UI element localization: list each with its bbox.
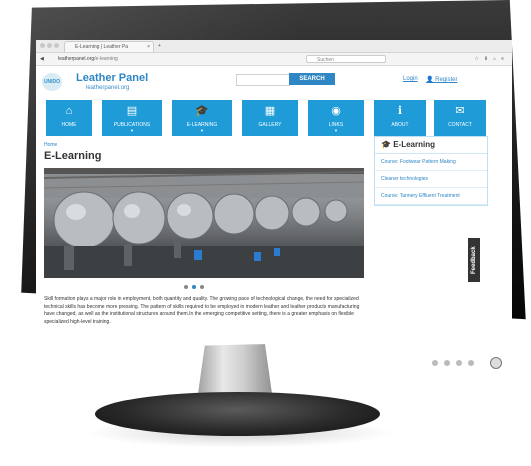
url-domain: leatherpanel.org [58,56,95,62]
url-path: /e-learning [94,56,118,62]
menu-item-gallery[interactable]: ▦ GALLERY [242,100,298,136]
monitor-button [444,360,450,366]
info-icon: ℹ [397,105,403,117]
menu-item-contact[interactable]: ✉ CONTACT [434,100,486,136]
main-content: Home E-Learning Skill formation plays a … [36,136,512,338]
address-bar[interactable]: leatherpanel.org/e-learning [58,55,288,63]
slider-dot[interactable] [200,285,204,289]
home-icon: ⌂ [65,105,73,117]
globe-icon: ◉ [331,105,341,117]
sidebar-link-tannery-effluent[interactable]: Course: Tannery Effluent Treatment [375,188,487,205]
envelope-icon: ✉ [455,105,465,117]
page-title: E-Learning [44,150,102,162]
graduation-cap-icon: 🎓 [381,140,391,149]
menu-label: GALLERY [258,122,282,128]
search-button[interactable]: SEARCH [289,73,335,85]
sidebar-title: E-Learning [393,140,435,149]
sidebar-link-footwear-pattern[interactable]: Course: Footwear Pattern Making [375,154,487,171]
back-arrow-icon[interactable]: ◀ [40,55,44,63]
download-icon[interactable]: ⬇ [484,54,488,64]
intro-paragraph: Skill formation plays a major role in em… [44,296,360,325]
close-icon[interactable]: × [147,42,150,52]
image-slider[interactable] [44,168,364,278]
monitor-stand-base [95,392,380,436]
menu-label: CONTACT [448,122,472,128]
chevron-down-icon: ▼ [334,128,338,133]
sidebar-e-learning: 🎓 E-Learning Course: Footwear Pattern Ma… [374,136,488,206]
menu-item-about[interactable]: ℹ ABOUT [374,100,426,136]
power-button [490,357,502,369]
browser-toolbar: ☆ ⬇ ⌂ ≡ [474,54,504,64]
star-icon[interactable]: ☆ [474,54,478,64]
menu-label: HOME [61,122,77,128]
browser-search-input[interactable]: Suchen [306,55,386,63]
home-icon[interactable]: ⌂ [493,54,496,64]
new-tab-button[interactable]: + [158,41,161,52]
monitor-buttons [432,360,474,366]
monitor-scene: E-Learning | Leather Pa × + ◀ leatherpan… [0,0,531,466]
slider-pagination [184,285,204,289]
unido-logo[interactable]: UNIDO [42,73,62,91]
graduation-cap-icon: 🎓 [195,105,209,117]
monitor-button [432,360,438,366]
site-title[interactable]: Leather Panel [76,72,148,84]
menu-item-home[interactable]: ⌂ HOME [46,100,92,136]
sidebar-link-cleaner-technologies[interactable]: Cleaner technologies [375,171,487,188]
chevron-down-icon: ▼ [130,128,134,133]
window-control[interactable] [40,43,45,48]
tannery-photo [44,168,364,278]
browser-tab-bar: E-Learning | Leather Pa × + [36,40,512,53]
chevron-down-icon: ▼ [200,128,204,133]
breadcrumb[interactable]: Home [44,142,57,148]
monitor-button [468,360,474,366]
menu-label: ABOUT [391,122,409,128]
register-label: Register [435,77,458,83]
site-subtitle: leatherpanel.org [86,85,130,91]
menu-item-e-learning[interactable]: 🎓 E-LEARNING ▼ [172,100,232,136]
site-header: UNIDO Leather Panel leatherpanel.org SEA… [36,66,512,100]
main-menu: ⌂ HOME ▤ PUBLICATIONS ▼ 🎓 E-LEARNING ▼ ▦… [36,100,512,138]
screen: E-Learning | Leather Pa × + ◀ leatherpan… [36,40,512,350]
tab-title: E-Learning | Leather Pa [75,44,129,50]
window-control[interactable] [47,43,52,48]
window-controls [40,43,59,48]
slider-dot[interactable] [184,285,188,289]
slider-dot-active[interactable] [192,285,196,289]
menu-icon[interactable]: ≡ [501,54,504,64]
film-icon: ▦ [264,105,276,117]
login-link[interactable]: Login [403,76,418,82]
menu-item-publications[interactable]: ▤ PUBLICATIONS ▼ [102,100,162,136]
book-icon: ▤ [126,105,138,117]
site-search-input[interactable] [236,74,290,86]
monitor-button [456,360,462,366]
feedback-tab[interactable]: Feedback [468,238,480,282]
sidebar-heading: 🎓 E-Learning [375,137,487,154]
register-link[interactable]: 👤 Register [426,76,457,83]
browser-nav-bar: ◀ leatherpanel.org/e-learning Suchen ☆ ⬇… [36,53,512,66]
browser-tab[interactable]: E-Learning | Leather Pa × [64,41,154,52]
menu-item-links[interactable]: ◉ LINKS ▼ [308,100,364,136]
window-control[interactable] [54,43,59,48]
